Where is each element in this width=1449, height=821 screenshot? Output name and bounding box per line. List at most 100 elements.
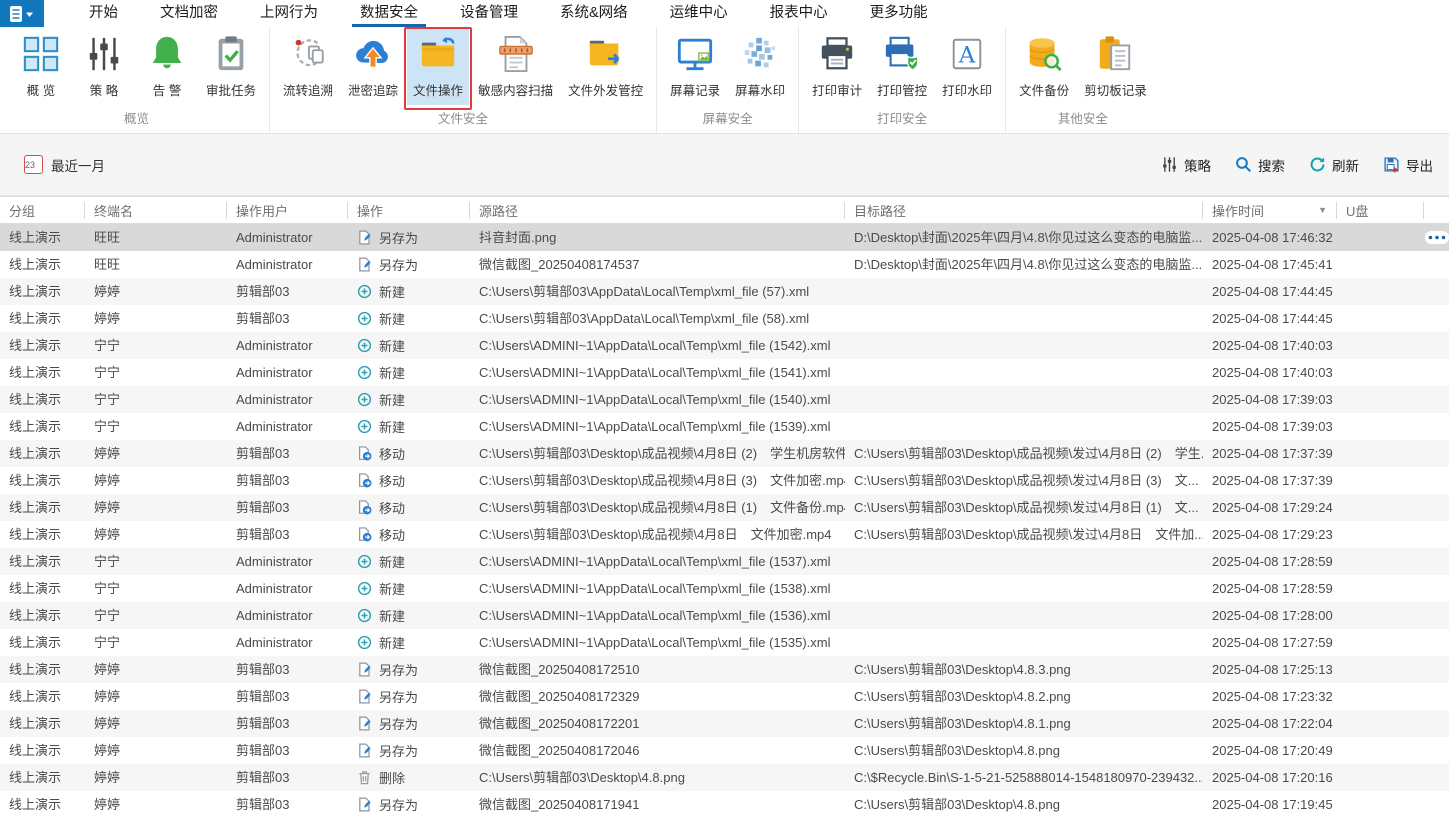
table-row[interactable]: 线上演示 旺旺 Administrator 另存为 微信截图_2025040817453… — [0, 251, 1449, 278]
tab-系统&网络[interactable]: 系统&网络 — [539, 0, 649, 27]
cell-target-path: C:\Users\剪辑部03\Desktop\4.8.png — [854, 797, 1060, 812]
tab-报表中心[interactable]: 报表中心 — [749, 0, 849, 27]
cell-source-path: C:\Users\ADMINI~1\AppData\Local\Temp\xml… — [479, 608, 831, 623]
table-row[interactable]: 线上演示 婷婷 剪辑部03 移动 C:\Users\剪辑部03\Desktop\成品视频… — [0, 494, 1449, 521]
ribbon-button-文件操作[interactable]: 文件操作 — [404, 27, 473, 110]
ribbon-button-审批任务[interactable]: 审批任务 — [200, 29, 262, 105]
tab-更多功能[interactable]: 更多功能 — [849, 0, 949, 27]
cell-group: 线上演示 — [9, 338, 62, 353]
table-row[interactable]: 线上演示 婷婷 剪辑部03 另存为 微信截图_20250408172201 C:\User… — [0, 710, 1449, 737]
table-row[interactable]: 线上演示 婷婷 剪辑部03 删除 C:\Users\剪辑部03\Desktop\4.8.… — [0, 764, 1449, 791]
cell-row-actions — [1424, 764, 1449, 791]
table-row[interactable]: 线上演示 婷婷 剪辑部03 另存为 微信截图_20250408172046 C:\User… — [0, 737, 1449, 764]
ribbon-button-label: 审批任务 — [206, 84, 257, 98]
cell-group: 线上演示 — [9, 662, 62, 677]
date-range-filter[interactable]: 23 最近一月 — [24, 155, 105, 175]
column-header-usb[interactable]: U盘 — [1337, 201, 1424, 219]
column-header-group[interactable]: 分组 — [0, 201, 85, 219]
ribbon-group: 流转追溯 泄密追踪 文件操作 敏感内容扫描 文件外发管控 文件安全 — [270, 27, 658, 133]
table-row[interactable]: 线上演示 婷婷 剪辑部03 另存为 微信截图_20250408172510 C:\User… — [0, 656, 1449, 683]
cell-usb — [1337, 710, 1424, 737]
ribbon-button-打印审计[interactable]: 打印审计 — [806, 29, 868, 105]
ribbon-button-流转追溯[interactable]: 流转追溯 — [277, 29, 339, 105]
cell-row-actions — [1424, 224, 1449, 251]
column-header-src[interactable]: 源路径 — [470, 201, 845, 219]
cell-target-path — [845, 602, 1203, 629]
cell-target-path: C:\Users\剪辑部03\Desktop\成品视频\发过\4月8日 (3) … — [854, 473, 1199, 488]
table-row[interactable]: 线上演示 宁宁 Administrator 新建 C:\Users\ADMINI~1\A… — [0, 386, 1449, 413]
tab-运维中心[interactable]: 运维中心 — [649, 0, 749, 27]
action-策略[interactable]: 策略 — [1161, 155, 1211, 175]
saveas-icon — [357, 689, 372, 704]
cell-usb — [1337, 575, 1424, 602]
table-row[interactable]: 线上演示 婷婷 剪辑部03 移动 C:\Users\剪辑部03\Desktop\成品视频… — [0, 440, 1449, 467]
ribbon-button-文件外发管控[interactable]: 文件外发管控 — [562, 29, 649, 105]
cell-usb — [1337, 548, 1424, 575]
table-row[interactable]: 线上演示 婷婷 剪辑部03 另存为 微信截图_20250408171941 C:\User… — [0, 791, 1449, 818]
sliders-icon — [85, 35, 123, 73]
ribbon-button-label: 概 览 — [26, 84, 56, 98]
cell-target-path: C:\Users\剪辑部03\Desktop\成品视频\发过\4月8日 文件加.… — [854, 527, 1203, 542]
ribbon-button-敏感内容扫描[interactable]: 敏感内容扫描 — [472, 29, 559, 105]
table-row[interactable]: 线上演示 宁宁 Administrator 新建 C:\Users\ADMINI~1\A… — [0, 629, 1449, 656]
column-header-time[interactable]: 操作时间 ▼ — [1203, 201, 1337, 219]
cell-source-path: C:\Users\剪辑部03\Desktop\成品视频\4月8日 (2) 学生机… — [479, 446, 845, 461]
ribbon-button-剪切板记录[interactable]: 剪切板记录 — [1078, 29, 1153, 105]
action-刷新[interactable]: 刷新 — [1309, 155, 1359, 175]
action-搜索[interactable]: 搜索 — [1235, 155, 1285, 175]
cell-operation: 另存为 — [348, 791, 470, 818]
table-row[interactable]: 线上演示 旺旺 Administrator 另存为 抖音封面.png D:\Desktop… — [0, 224, 1449, 251]
cell-operation: 新建 — [348, 413, 470, 440]
cell-target-path: C:\Users\剪辑部03\Desktop\4.8.3.png — [854, 662, 1071, 677]
cell-operation: 新建 — [348, 305, 470, 332]
ribbon-button-概览[interactable]: 概 览 — [11, 29, 71, 105]
file-operations-table: 分组 终端名 操作用户 操作 源路径 目标路径 操作时间 ▼ U盘 线上演示 旺旺 Administ… — [0, 196, 1449, 818]
ribbon-button-泄密追踪[interactable]: 泄密追踪 — [342, 29, 404, 105]
more-actions-button[interactable] — [1424, 231, 1449, 244]
ribbon-button-打印管控[interactable]: 打印管控 — [871, 29, 933, 105]
ribbon-button-label: 文件备份 — [1019, 84, 1070, 98]
ribbon-button-打印水印[interactable]: A 打印水印 — [936, 29, 998, 105]
table-row[interactable]: 线上演示 婷婷 剪辑部03 新建 C:\Users\剪辑部03\AppData\Loca… — [0, 305, 1449, 332]
cell-operator-user: Administrator — [236, 581, 313, 596]
cell-usb — [1337, 791, 1424, 818]
column-header-terminal[interactable]: 终端名 — [85, 201, 227, 219]
cell-source-path: C:\Users\剪辑部03\Desktop\成品视频\4月8日 (1) 文件备… — [479, 500, 845, 515]
cell-operation-time: 2025-04-08 17:29:23 — [1212, 527, 1333, 542]
cell-row-actions — [1424, 413, 1449, 440]
screen-record-icon — [676, 35, 714, 73]
column-header-op[interactable]: 操作 — [348, 201, 470, 219]
table-row[interactable]: 线上演示 宁宁 Administrator 新建 C:\Users\ADMINI~1\A… — [0, 359, 1449, 386]
tab-开始[interactable]: 开始 — [68, 0, 139, 27]
table-row[interactable]: 线上演示 婷婷 剪辑部03 另存为 微信截图_20250408172329 C:\User… — [0, 683, 1449, 710]
table-row[interactable]: 线上演示 婷婷 剪辑部03 移动 C:\Users\剪辑部03\Desktop\成品视频… — [0, 467, 1449, 494]
ribbon-button-告警[interactable]: 告 警 — [137, 29, 197, 105]
ribbon-button-屏幕水印[interactable]: 屏幕水印 — [729, 29, 791, 105]
app-menu-button[interactable] — [0, 0, 44, 27]
ribbon-button-屏幕记录[interactable]: 屏幕记录 — [664, 29, 726, 105]
table-row[interactable]: 线上演示 婷婷 剪辑部03 新建 C:\Users\剪辑部03\AppData\Loca… — [0, 278, 1449, 305]
table-row[interactable]: 线上演示 婷婷 剪辑部03 移动 C:\Users\剪辑部03\Desktop\成品视频… — [0, 521, 1449, 548]
cell-target-path: C:\Users\剪辑部03\Desktop\4.8.png — [854, 743, 1060, 758]
action-导出[interactable]: 导出 — [1383, 155, 1433, 175]
cell-source-path: C:\Users\剪辑部03\Desktop\成品视频\4月8日 (3) 文件加… — [479, 473, 845, 488]
table-row[interactable]: 线上演示 宁宁 Administrator 新建 C:\Users\ADMINI~1\A… — [0, 332, 1449, 359]
cell-operator-user: 剪辑部03 — [236, 311, 290, 326]
tab-数据安全[interactable]: 数据安全 — [339, 0, 439, 27]
cell-operation: 移动 — [348, 521, 470, 548]
table-row[interactable]: 线上演示 宁宁 Administrator 新建 C:\Users\ADMINI~1\A… — [0, 602, 1449, 629]
column-header-dst[interactable]: 目标路径 — [845, 201, 1203, 219]
tab-上网行为[interactable]: 上网行为 — [239, 0, 339, 27]
column-header-user[interactable]: 操作用户 — [227, 201, 348, 219]
ribbon-button-策略[interactable]: 策 略 — [74, 29, 134, 105]
tab-文档加密[interactable]: 文档加密 — [139, 0, 239, 27]
ribbon-button-文件备份[interactable]: 文件备份 — [1013, 29, 1075, 105]
ribbon-button-label: 文件外发管控 — [568, 84, 644, 98]
table-row[interactable]: 线上演示 宁宁 Administrator 新建 C:\Users\ADMINI~1\A… — [0, 548, 1449, 575]
search-icon — [1235, 156, 1252, 173]
cell-group: 线上演示 — [9, 689, 62, 704]
table-row[interactable]: 线上演示 宁宁 Administrator 新建 C:\Users\ADMINI~1\A… — [0, 575, 1449, 602]
tab-设备管理[interactable]: 设备管理 — [439, 0, 539, 27]
sort-desc-icon[interactable]: ▼ — [1318, 205, 1327, 215]
table-row[interactable]: 线上演示 宁宁 Administrator 新建 C:\Users\ADMINI~1\A… — [0, 413, 1449, 440]
